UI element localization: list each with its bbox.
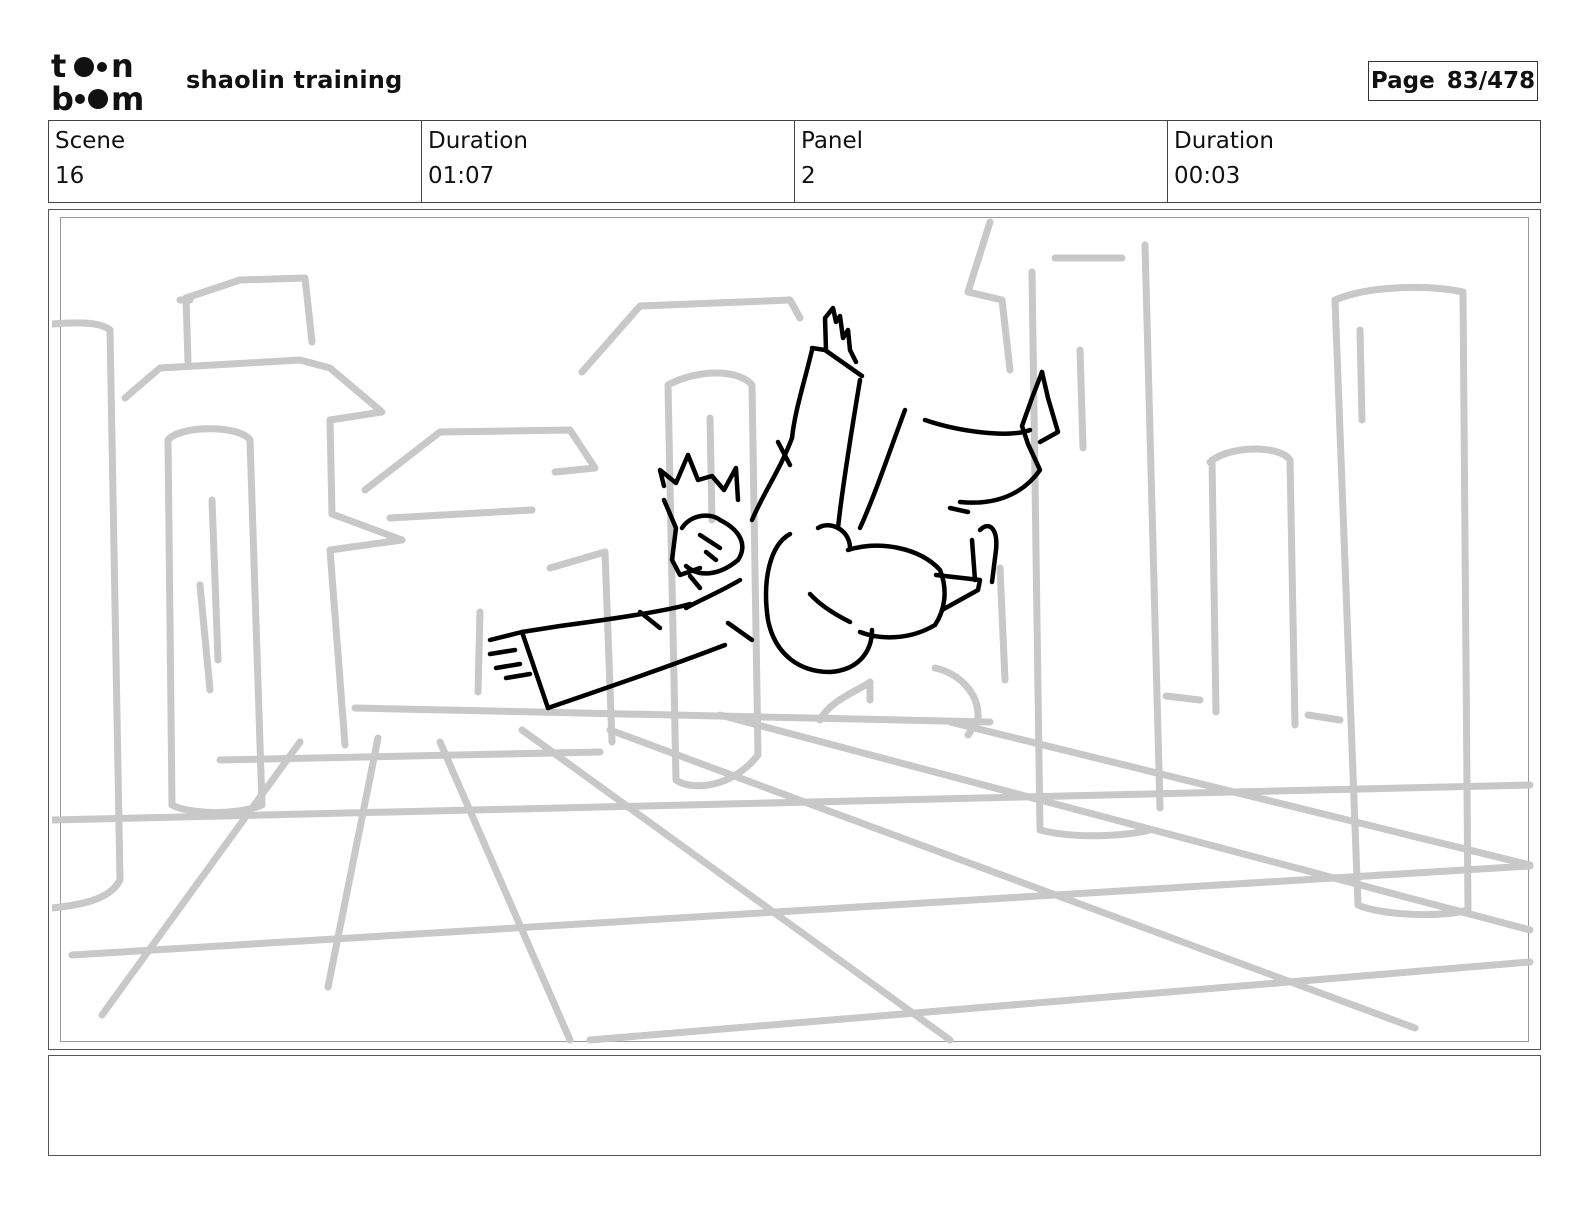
notes-area [48, 1055, 1541, 1156]
background-sketch [52, 218, 1534, 1044]
scene-value: 16 [55, 163, 85, 189]
page-label: Page [1370, 68, 1435, 94]
toon-boom-logo: t n b m [51, 50, 144, 112]
project-title: shaolin training [186, 66, 403, 94]
storyboard-panel-drawing [52, 218, 1534, 1044]
svg-text:b: b [51, 80, 74, 112]
panel-info-table: Scene 16 Duration 01:07 Panel 2 Duration… [48, 120, 1541, 203]
scene-label: Scene [55, 128, 126, 154]
panel-duration-label: Duration [1174, 128, 1274, 154]
scene-cell: Scene 16 [49, 121, 422, 202]
character-sketch [487, 305, 1061, 711]
panel-cell: Panel 2 [795, 121, 1168, 202]
svg-text:m: m [111, 80, 144, 112]
panel-label: Panel [801, 128, 864, 154]
scene-duration-cell: Duration 01:07 [422, 121, 795, 202]
scene-duration-value: 01:07 [428, 163, 495, 189]
scene-duration-label: Duration [428, 128, 528, 154]
page-indicator: Page 83/478 [1368, 61, 1538, 101]
panel-duration-cell: Duration 00:03 [1168, 121, 1540, 202]
panel-duration-value: 00:03 [1174, 163, 1241, 189]
page-number: 83/478 [1446, 68, 1536, 94]
panel-value: 2 [801, 163, 816, 189]
